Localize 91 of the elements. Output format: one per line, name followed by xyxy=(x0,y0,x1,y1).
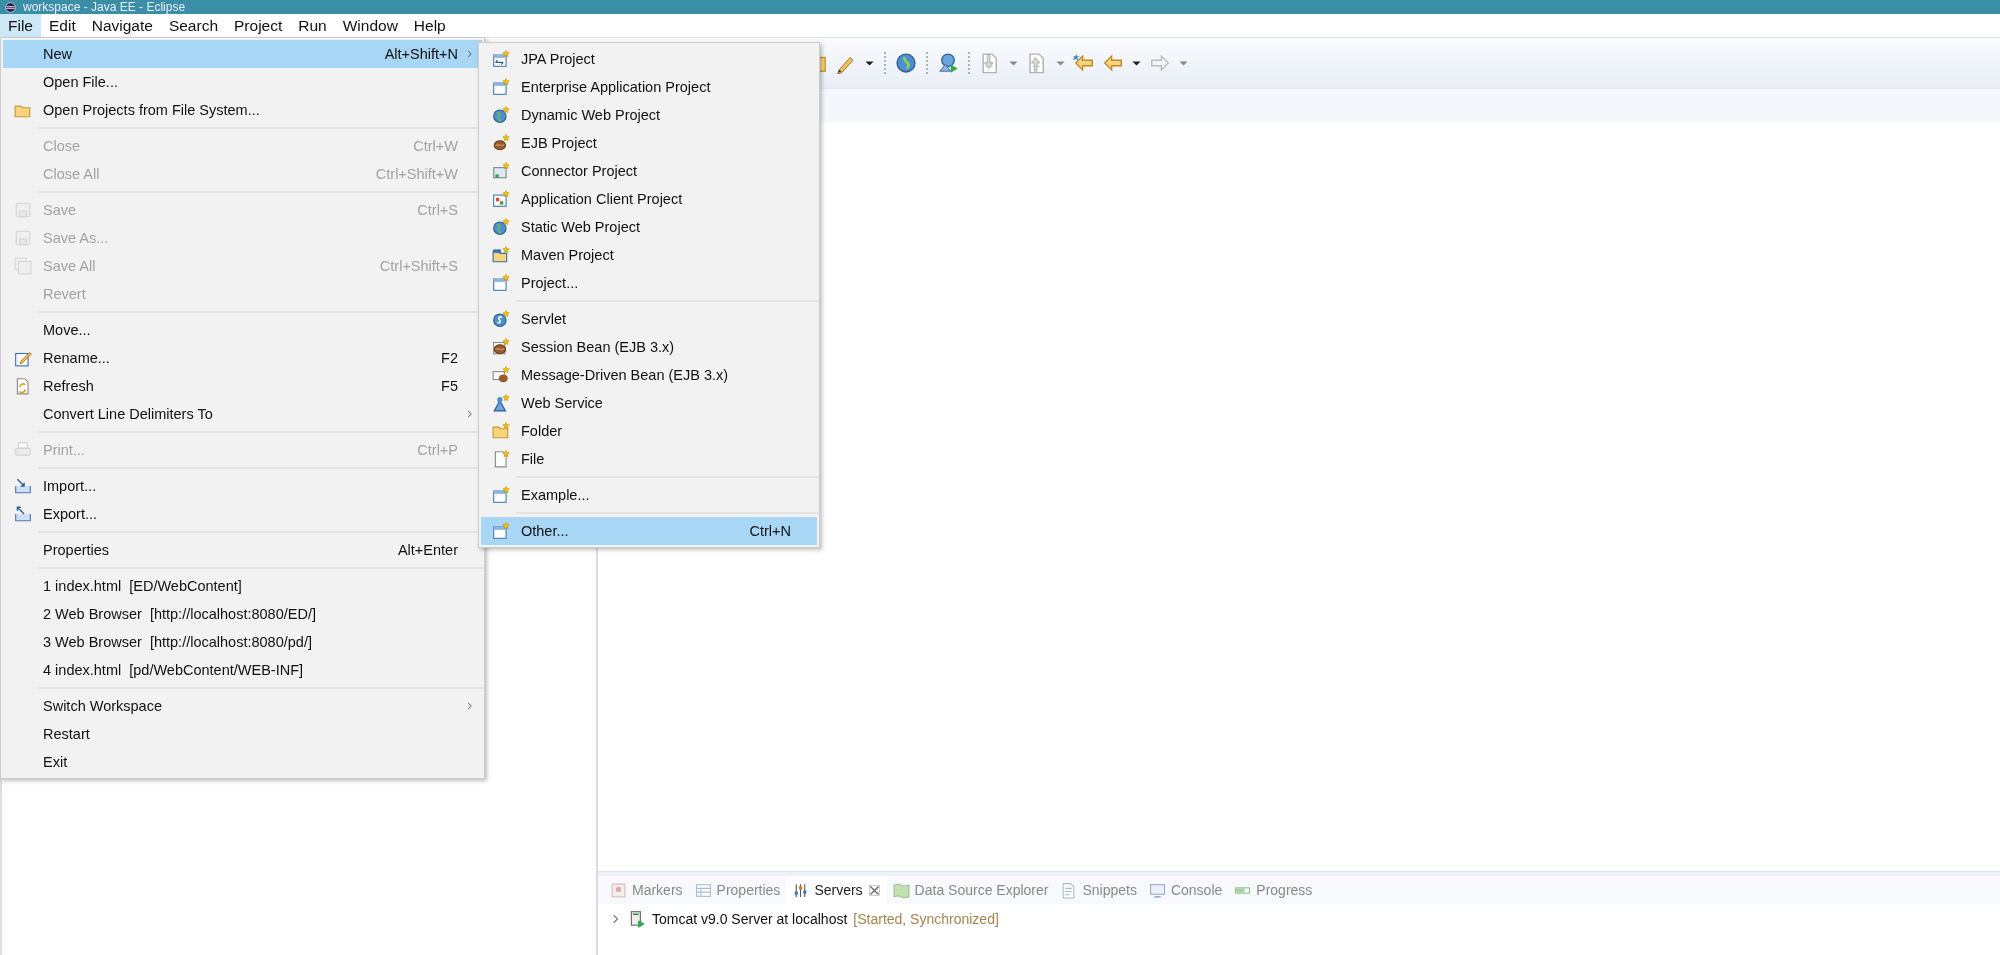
menu-item[interactable]: Import... xyxy=(3,472,482,500)
window-icon xyxy=(492,78,510,96)
panel-tab[interactable]: Servers xyxy=(786,876,887,904)
app-icon xyxy=(4,0,17,14)
menu-bar-item[interactable]: Navigate xyxy=(83,14,161,37)
menu-item[interactable]: Maven Project xyxy=(481,241,817,269)
menu-item[interactable]: Example... xyxy=(481,481,817,509)
monitor-icon xyxy=(1148,881,1166,899)
document-icon xyxy=(492,450,510,468)
shortcut-text: Alt+Enter xyxy=(397,542,458,558)
menu-item[interactable]: Web Service xyxy=(481,389,817,417)
status-text: [Started, Synchronized] xyxy=(853,911,999,927)
printer-icon xyxy=(14,441,32,459)
shortcut-text: Ctrl+Shift+W xyxy=(375,166,458,182)
menu-item[interactable]: Open Projects from File System... xyxy=(3,96,482,124)
menu-bar-item[interactable]: Run xyxy=(290,14,335,37)
menu-item[interactable]: Session Bean (EJB 3.x) xyxy=(481,333,817,361)
menu-bar-item[interactable]: Help xyxy=(405,14,454,37)
menu-item[interactable]: 4 index.html [pd/WebContent/WEB-INF] xyxy=(3,656,482,684)
folder-icon xyxy=(492,422,510,440)
arrow-right-icon xyxy=(1149,52,1171,74)
shortcut-text: Ctrl+Shift+S xyxy=(379,258,458,274)
menu-item[interactable]: File xyxy=(481,445,817,473)
envelope-bean-icon xyxy=(492,366,510,384)
menu-item[interactable]: Convert Line Delimiters To xyxy=(3,400,482,428)
arrow-left-icon xyxy=(1102,52,1124,74)
shortcut-text: Ctrl+S xyxy=(417,202,458,218)
menu-bar-item[interactable]: Window xyxy=(334,14,406,37)
menu-bar-item[interactable]: File xyxy=(0,14,41,37)
open-folder-icon xyxy=(492,246,510,264)
menu-item[interactable]: New Alt+Shift+N xyxy=(3,40,482,68)
menu-item[interactable]: 3 Web Browser [http://localhost:8080/pd/] xyxy=(3,628,482,656)
window-arrows-icon xyxy=(492,50,510,68)
shortcut-text: Ctrl+P xyxy=(417,442,458,458)
menu-item[interactable]: Rename... F2 xyxy=(3,344,482,372)
shortcut-text: F2 xyxy=(441,350,458,366)
menu-item[interactable]: Project... xyxy=(481,269,817,297)
menu-item[interactable]: Connector Project xyxy=(481,157,817,185)
menu-item[interactable]: Switch Workspace xyxy=(3,692,482,720)
menu-item[interactable]: Export... xyxy=(3,500,482,528)
shortcut-text: Ctrl+W xyxy=(413,138,458,154)
shortcut-text: F5 xyxy=(441,378,458,394)
menu-item[interactable]: Other... Ctrl+N xyxy=(481,517,817,545)
marker-icon xyxy=(610,881,627,899)
window-icon xyxy=(492,522,510,540)
close-icon xyxy=(867,883,881,897)
bean-icon xyxy=(492,338,510,356)
menu-item[interactable]: Exit xyxy=(3,748,482,776)
menu-item[interactable]: JPA Project xyxy=(481,45,817,73)
table-icon xyxy=(694,881,712,899)
menu-item[interactable]: Servlet xyxy=(481,305,817,333)
menu-item[interactable]: Properties Alt+Enter xyxy=(3,536,482,564)
globe-icon xyxy=(492,106,510,124)
window-icon xyxy=(492,274,510,292)
window-icon xyxy=(492,190,510,208)
globe-play-icon xyxy=(937,52,959,74)
globe-icon xyxy=(492,218,510,236)
window-icon xyxy=(492,486,510,504)
server-icon xyxy=(628,910,646,928)
server-box-icon xyxy=(492,162,510,180)
menu-item[interactable]: Move... xyxy=(3,316,482,344)
menu-item[interactable]: 2 Web Browser [http://localhost:8080/ED/] xyxy=(3,600,482,628)
pencil-document-icon xyxy=(14,349,32,367)
refresh-icon xyxy=(14,377,32,395)
menu-item[interactable]: Enterprise Application Project xyxy=(481,73,817,101)
window-title: workspace - Java EE - Eclipse xyxy=(23,0,186,14)
menu-item[interactable]: Restart xyxy=(3,720,482,748)
shortcut-text: Alt+Shift+N xyxy=(384,46,458,62)
floppy-disks-icon xyxy=(14,257,32,275)
menu-bar-item[interactable]: Search xyxy=(160,14,226,37)
figure-icon xyxy=(492,394,510,412)
globe-icon xyxy=(492,310,510,328)
map-icon xyxy=(892,881,910,899)
menu-item[interactable]: Folder xyxy=(481,417,817,445)
menu-item[interactable]: Refresh F5 xyxy=(3,372,482,400)
menu-bar-item[interactable]: Project xyxy=(226,14,291,37)
tree-item[interactable]: Tomcat v9.0 Server at localhost xyxy=(652,911,848,927)
arrow-left-icon xyxy=(1073,52,1095,74)
menu-item[interactable]: Open File... xyxy=(3,68,482,96)
import-icon xyxy=(14,477,32,495)
menu-bar-item[interactable]: Edit xyxy=(41,14,84,37)
menu-item[interactable]: Static Web Project xyxy=(481,213,817,241)
menu-item[interactable]: 1 index.html [ED/WebContent] xyxy=(3,572,482,600)
menu-item[interactable]: Dynamic Web Project xyxy=(481,101,817,129)
shortcut-text: Ctrl+N xyxy=(749,523,791,539)
menu-item[interactable]: Message-Driven Bean (EJB 3.x) xyxy=(481,361,817,389)
export-icon xyxy=(14,505,32,523)
menu-item[interactable]: EJB Project xyxy=(481,129,817,157)
globe-icon xyxy=(895,52,917,74)
menu-item[interactable]: Application Client Project xyxy=(481,185,817,213)
bean-icon xyxy=(492,134,510,152)
